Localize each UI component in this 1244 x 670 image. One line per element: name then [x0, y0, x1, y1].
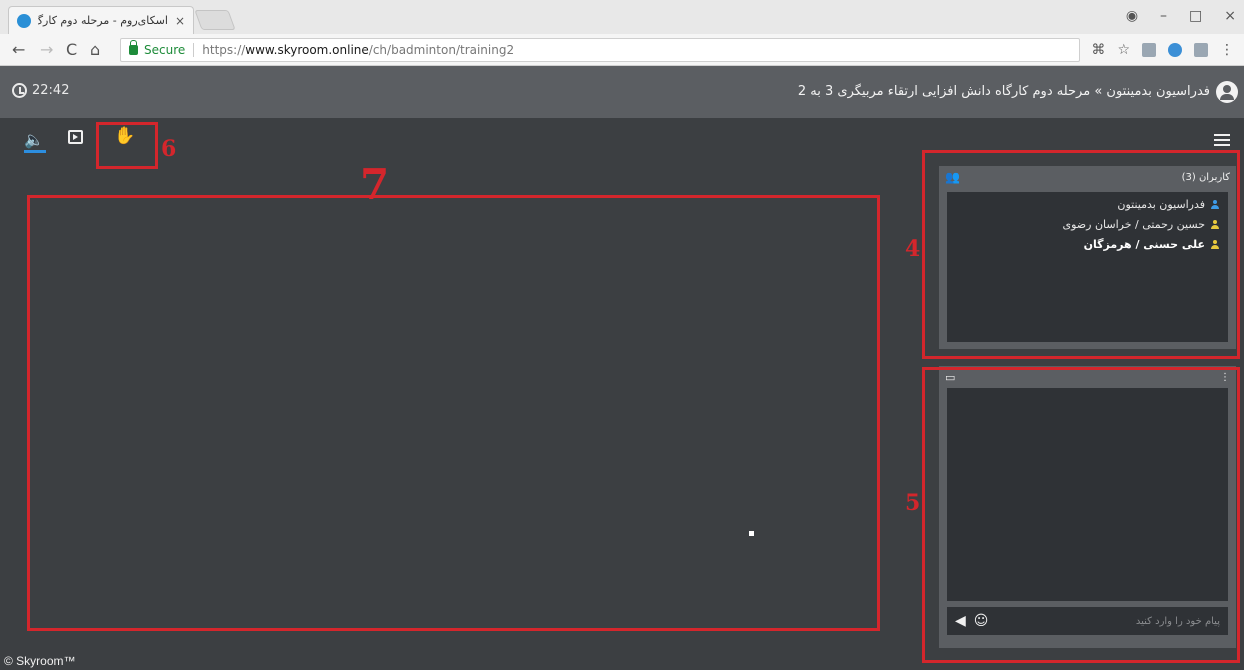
cursor-dot — [749, 531, 754, 536]
users-title: کاربران (3) — [1181, 171, 1230, 183]
chat-panel-header: ▭ ⋮ — [939, 366, 1236, 388]
window-controls: ◉ – □ × — [1126, 8, 1236, 24]
extension-icon[interactable] — [1168, 43, 1182, 57]
browser-tab[interactable]: اسکای‌روم - مرحله دوم کارگ × — [8, 6, 194, 34]
reload-button[interactable]: C — [66, 40, 77, 59]
tab-close-icon[interactable]: × — [175, 14, 185, 28]
user-icon — [1210, 239, 1220, 250]
annotation-label-5: 5 — [905, 490, 921, 516]
skyroom-favicon-icon — [17, 13, 31, 28]
users-panel-header: 👥 کاربران (3) — [939, 166, 1236, 188]
presentation-area — [27, 195, 880, 631]
tab-title: اسکای‌روم - مرحله دوم کارگ — [37, 14, 168, 27]
list-item[interactable]: فدراسیون بدمینتون — [955, 198, 1220, 211]
close-window-button[interactable]: × — [1224, 8, 1236, 24]
user-icon — [1210, 219, 1220, 230]
emoji-icon[interactable]: ☺ — [974, 613, 989, 629]
user-name: حسین رحمتی / خراسان رضوی — [1062, 218, 1205, 231]
send-icon[interactable]: ◀ — [955, 613, 966, 629]
speaker-active-indicator — [24, 150, 46, 153]
clock-icon — [12, 83, 27, 98]
play-icon[interactable] — [68, 130, 83, 144]
chat-input[interactable]: ◀ ☺ پیام خود را وارد کنید — [947, 607, 1228, 635]
speaker-icon[interactable]: 🔈 — [24, 130, 44, 149]
lock-icon — [129, 40, 138, 55]
translate-icon[interactable]: ⌘ — [1091, 42, 1105, 58]
forward-button[interactable]: → — [40, 40, 53, 59]
copyright: © Skyroom™ — [4, 654, 76, 668]
extension-icons: ⌘ ☆ ⋮ — [1091, 42, 1234, 58]
extension-icon[interactable] — [1142, 43, 1156, 57]
back-button[interactable]: ← — [12, 40, 25, 59]
hamburger-menu-icon[interactable] — [1214, 134, 1230, 146]
chat-placeholder: پیام خود را وارد کنید — [1135, 615, 1220, 627]
annotation-label-4: 4 — [905, 236, 921, 262]
chat-icon: ▭ — [945, 370, 956, 384]
new-tab-button[interactable] — [194, 10, 236, 30]
users-list: فدراسیون بدمینتون حسین رحمتی / خراسان رض… — [947, 192, 1228, 342]
account-icon[interactable] — [1216, 81, 1238, 103]
user-name: فدراسیون بدمینتون — [1117, 198, 1205, 211]
session-time: 22:42 — [32, 83, 70, 98]
raise-hand-icon[interactable]: ✋ — [114, 126, 135, 146]
chat-actions: ◀ ☺ — [955, 613, 988, 629]
browser-tabbar: اسکای‌روم - مرحله دوم کارگ × ◉ – □ × — [0, 0, 1244, 34]
address-bar[interactable]: Secure https:// www.skyroom.online /ch/b… — [120, 38, 1080, 62]
url-host: www.skyroom.online — [245, 43, 369, 57]
secure-label: Secure — [144, 43, 186, 57]
annotation-label-6: 6 — [161, 136, 177, 162]
url-scheme: https:// — [202, 43, 246, 57]
star-icon[interactable]: ☆ — [1117, 42, 1130, 58]
app-header: 22:42 فدراسیون بدمینتون » مرحله دوم کارگ… — [0, 66, 1244, 118]
list-item[interactable]: حسین رحمتی / خراسان رضوی — [955, 218, 1220, 231]
maximize-button[interactable]: □ — [1189, 8, 1202, 24]
annotation-label-7: 7 — [360, 160, 390, 209]
browser-toolbar: ← → C ⌂ Secure https:// www.skyroom.onli… — [0, 34, 1244, 66]
users-panel: 👥 کاربران (3) فدراسیون بدمینتون حسین رحم… — [939, 166, 1236, 349]
extension-icon[interactable] — [1194, 43, 1208, 57]
browser-menu-icon[interactable]: ⋮ — [1220, 42, 1234, 58]
divider — [193, 43, 195, 57]
user-name: علی حسنی / هرمزگان — [1083, 238, 1205, 251]
users-group-icon: 👥 — [945, 170, 960, 184]
chat-more-icon[interactable]: ⋮ — [1220, 372, 1230, 383]
list-item[interactable]: علی حسنی / هرمزگان — [955, 238, 1220, 251]
url-path: /ch/badminton/training2 — [368, 43, 515, 57]
chat-panel: ▭ ⋮ ◀ ☺ پیام خود را وارد کنید — [939, 366, 1236, 648]
profile-icon[interactable]: ◉ — [1126, 8, 1138, 24]
user-icon — [1210, 199, 1220, 210]
minimize-button[interactable]: – — [1160, 8, 1167, 24]
home-button[interactable]: ⌂ — [90, 40, 100, 59]
session-clock: 22:42 — [12, 83, 69, 98]
chat-messages — [947, 388, 1228, 601]
room-title: فدراسیون بدمینتون » مرحله دوم کارگاه دان… — [797, 84, 1210, 99]
